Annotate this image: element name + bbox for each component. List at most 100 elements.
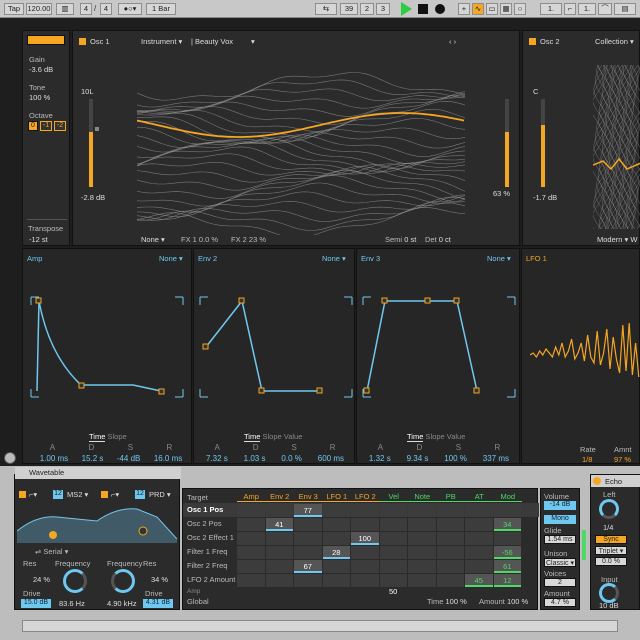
osc2-level-slider[interactable] bbox=[541, 99, 545, 187]
env2-tabs[interactable]: Time Slope Value bbox=[244, 432, 302, 442]
matrix-source-5[interactable]: Vel bbox=[379, 492, 408, 502]
matrix-cell[interactable] bbox=[322, 503, 350, 517]
routing-select[interactable]: ⇌ Serial ▾ bbox=[35, 547, 68, 556]
matrix-cell[interactable]: 28 bbox=[322, 545, 350, 559]
mono-button[interactable]: Mono bbox=[544, 515, 576, 524]
amp-attack[interactable]: 1.00 ms bbox=[40, 454, 68, 463]
matrix-cell[interactable] bbox=[379, 545, 407, 559]
matrix-amount[interactable]: Amount 100 % bbox=[479, 597, 528, 606]
octave-minus2-button[interactable]: -2 bbox=[54, 121, 66, 131]
echo-input-value[interactable]: 10 dB bbox=[599, 601, 619, 610]
env2-graph[interactable] bbox=[198, 295, 354, 399]
osc1-fx1[interactable]: FX 1 0.0 % bbox=[181, 235, 218, 244]
filter1-freq-value[interactable]: 83.6 Hz bbox=[59, 599, 85, 608]
matrix-cell[interactable] bbox=[351, 503, 379, 517]
matrix-cell[interactable] bbox=[408, 503, 436, 517]
matrix-cell[interactable] bbox=[465, 531, 493, 545]
matrix-cell[interactable] bbox=[379, 531, 407, 545]
osc2-fx-mode-select[interactable]: Modern ▾ W bbox=[597, 235, 637, 244]
slider-handle[interactable] bbox=[95, 127, 99, 131]
matrix-cell[interactable] bbox=[294, 545, 322, 559]
lfo1-amount-value[interactable]: 97 % bbox=[614, 455, 631, 464]
matrix-cell[interactable] bbox=[408, 531, 436, 545]
matrix-cell[interactable] bbox=[379, 517, 407, 531]
matrix-target-3[interactable]: Filter 1 Freq bbox=[183, 545, 237, 559]
matrix-cell[interactable]: 12 bbox=[493, 573, 521, 587]
glide-value[interactable]: 1.54 ms bbox=[544, 535, 576, 544]
power-icon[interactable] bbox=[4, 452, 16, 464]
env3-attack[interactable]: 1.32 s bbox=[369, 454, 391, 463]
osc1-wavetable-display[interactable] bbox=[137, 67, 465, 235]
filter1-freq-knob[interactable] bbox=[63, 569, 87, 593]
env3-release[interactable]: 337 ms bbox=[483, 454, 509, 463]
osc1-detune[interactable]: Det 0 ct bbox=[425, 235, 451, 244]
filter1-type-select[interactable]: MS2 ▾ bbox=[67, 490, 88, 499]
matrix-cell[interactable] bbox=[237, 503, 265, 517]
matrix-source-4[interactable]: LFO 2 bbox=[351, 492, 380, 502]
osc1-semi[interactable]: Semi 0 st bbox=[385, 235, 416, 244]
voices-value[interactable]: 2 bbox=[544, 578, 576, 587]
osc1-fx-mode-select[interactable]: None ▾ bbox=[141, 235, 165, 244]
matrix-cell[interactable] bbox=[237, 559, 265, 573]
keyboard-icon[interactable]: ▤ bbox=[614, 3, 636, 15]
amp-release[interactable]: 16.0 ms bbox=[154, 454, 182, 463]
env-amp-tab-time[interactable]: Time Slope bbox=[89, 432, 127, 442]
matrix-source-2[interactable]: Env 3 bbox=[294, 492, 323, 502]
matrix-cell[interactable] bbox=[436, 503, 464, 517]
tone-value[interactable]: 100 % bbox=[29, 93, 50, 102]
matrix-cell[interactable] bbox=[237, 531, 265, 545]
env2-attack[interactable]: 7.32 s bbox=[206, 454, 228, 463]
matrix-cell[interactable] bbox=[465, 503, 493, 517]
env3-decay[interactable]: 9.34 s bbox=[407, 454, 429, 463]
filter1-slope[interactable]: 12 bbox=[53, 490, 63, 499]
matrix-cell[interactable] bbox=[436, 573, 464, 587]
matrix-source-3[interactable]: LFO 1 bbox=[322, 492, 351, 502]
osc1-category-select[interactable]: Instrument ▾ bbox=[141, 37, 182, 46]
session-icon[interactable]: ▦ bbox=[500, 3, 512, 15]
matrix-extra-value[interactable]: 50 bbox=[389, 587, 397, 596]
osc1-toggle[interactable] bbox=[79, 38, 86, 46]
env3-mode-select[interactable]: None ▾ bbox=[487, 254, 511, 263]
amp-sustain[interactable]: -44 dB bbox=[117, 454, 141, 463]
capture-icon[interactable]: ▭ bbox=[486, 3, 498, 15]
lfo1-waveform[interactable] bbox=[530, 313, 640, 385]
matrix-source-0[interactable]: Amp bbox=[237, 492, 266, 502]
device-toggle-button[interactable] bbox=[27, 35, 65, 45]
osc1-wavetable-select[interactable]: | Beauty Vox bbox=[191, 37, 233, 46]
echo-left-value[interactable]: 1/4 bbox=[603, 523, 613, 532]
matrix-target-1[interactable]: Osc 2 Pos bbox=[183, 517, 237, 531]
matrix-cell[interactable]: 67 bbox=[294, 559, 322, 573]
loop-icon[interactable]: ⇆ bbox=[315, 3, 337, 15]
filter1-shape-icon[interactable]: ⌐▾ bbox=[29, 490, 37, 499]
echo-sync-button[interactable]: Sync bbox=[595, 535, 627, 544]
matrix-cell[interactable] bbox=[379, 559, 407, 573]
filter2-drive-value[interactable]: 4.31 dB bbox=[143, 599, 173, 608]
matrix-target-4[interactable]: Filter 2 Freq bbox=[183, 559, 237, 573]
echo-offset[interactable]: 0.0 % bbox=[595, 557, 627, 566]
sig-numerator[interactable]: 4 bbox=[80, 3, 92, 15]
matrix-cell[interactable] bbox=[294, 531, 322, 545]
arrangement-pos[interactable]: 1. bbox=[540, 3, 562, 15]
matrix-cell[interactable] bbox=[294, 517, 322, 531]
matrix-cell[interactable]: 61 bbox=[493, 559, 521, 573]
echo-sync-mode[interactable]: Triplet ▾ bbox=[595, 546, 627, 555]
tempo-field[interactable]: 120.00 bbox=[26, 3, 52, 15]
draw-icon[interactable]: ⌒ bbox=[598, 3, 612, 15]
matrix-cell[interactable] bbox=[379, 503, 407, 517]
punch-icon[interactable]: ○ bbox=[514, 3, 526, 15]
osc1-level-slider[interactable] bbox=[89, 99, 93, 187]
filter2-shape-icon[interactable]: ⌐▾ bbox=[111, 490, 119, 499]
filter2-res-value[interactable]: 34 % bbox=[151, 575, 168, 584]
filter2-freq-knob[interactable] bbox=[111, 569, 135, 593]
echo-power-icon[interactable] bbox=[593, 477, 601, 485]
filter-response-graph[interactable] bbox=[17, 505, 177, 543]
echo-left-knob[interactable] bbox=[599, 499, 619, 519]
matrix-target-2[interactable]: Osc 2 Effect 1 bbox=[183, 531, 237, 545]
lfo1-rate-value[interactable]: 1/8 bbox=[582, 455, 592, 464]
matrix-cell[interactable] bbox=[436, 531, 464, 545]
filter2-slope[interactable]: 12 bbox=[135, 490, 145, 499]
matrix-cell[interactable] bbox=[351, 559, 379, 573]
matrix-cell[interactable] bbox=[465, 517, 493, 531]
octave-minus1-button[interactable]: -1 bbox=[40, 121, 52, 131]
matrix-cell[interactable] bbox=[493, 503, 521, 517]
